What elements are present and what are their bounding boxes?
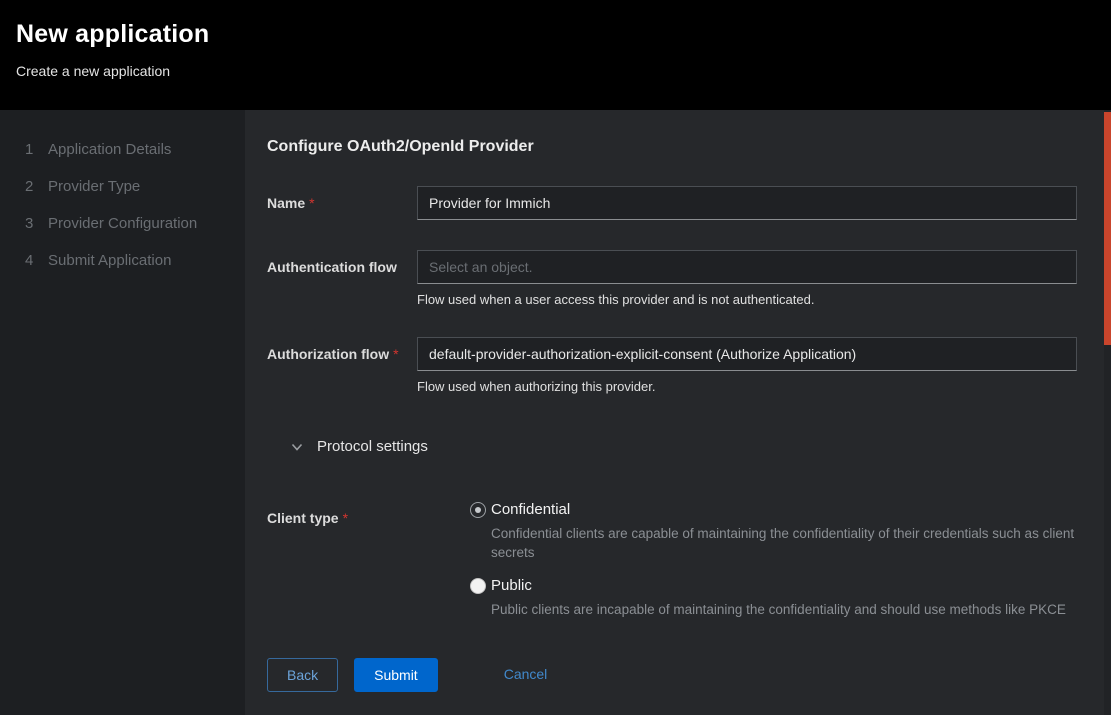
name-label-text: Name [267,195,305,211]
confidential-description: Confidential clients are capable of main… [491,524,1077,562]
wizard-header: New application Create a new application [0,0,1111,110]
form-row-authorization-flow: Authorization flow* Flow used when autho… [267,337,1077,394]
submit-button[interactable]: Submit [354,658,438,692]
wizard-step-application-details[interactable]: 1 Application Details [0,131,245,168]
chevron-down-icon [291,441,303,453]
name-input[interactable] [417,186,1077,220]
authorization-flow-control: Flow used when authorizing this provider… [417,337,1077,394]
required-asterisk: * [309,195,314,211]
authorization-flow-select[interactable] [417,337,1077,371]
radio-checked-icon [470,502,486,518]
protocol-settings-toggle[interactable]: Protocol settings [267,438,1077,455]
authentication-flow-control: Flow used when a user access this provid… [417,250,1077,307]
authorization-flow-label: Authorization flow* [267,337,417,394]
step-number: 4 [25,252,48,269]
scrollbar-thumb[interactable] [1104,112,1111,345]
form-row-name: Name* [267,186,1077,220]
radio-unchecked-icon [470,578,486,594]
wizard-step-provider-configuration[interactable]: 3 Provider Configuration [0,205,245,242]
radio-label: Public [491,577,532,594]
client-type-option-confidential[interactable]: Confidential [470,501,1077,518]
authorization-flow-help: Flow used when authorizing this provider… [417,379,1077,394]
client-type-label-text: Client type [267,510,339,526]
wizard-footer: Back Submit Cancel [245,635,1104,715]
wizard-content: Configure OAuth2/OpenId Provider Name* A… [245,110,1111,715]
cancel-button[interactable]: Cancel [488,658,564,690]
content-heading: Configure OAuth2/OpenId Provider [267,138,1077,156]
name-label: Name* [267,186,417,220]
new-application-wizard: New application Create a new application… [0,0,1111,715]
step-number: 2 [25,178,48,195]
client-type-radio-group: Confidential Confidential clients are ca… [417,501,1077,634]
step-label: Provider Type [48,178,140,195]
wizard-steps-sidebar: 1 Application Details 2 Provider Type 3 … [0,110,245,715]
required-asterisk: * [393,346,398,362]
vertical-scrollbar[interactable] [1104,110,1111,715]
protocol-settings-label: Protocol settings [317,438,428,455]
page-title: New application [16,20,1087,49]
form-row-client-type: Client type* Confidential Confidential c… [267,501,1077,634]
step-label: Application Details [48,141,171,158]
form-scroll-area: Configure OAuth2/OpenId Provider Name* A… [245,110,1104,635]
wizard-step-provider-type[interactable]: 2 Provider Type [0,168,245,205]
step-label: Submit Application [48,252,171,269]
public-description: Public clients are incapable of maintain… [491,600,1077,619]
step-number: 1 [25,141,48,158]
radio-label: Confidential [491,501,570,518]
authentication-flow-help: Flow used when a user access this provid… [417,292,1077,307]
form-row-authentication-flow: Authentication flow Flow used when a use… [267,250,1077,307]
wizard-step-submit-application[interactable]: 4 Submit Application [0,242,245,279]
authentication-flow-select[interactable] [417,250,1077,284]
step-number: 3 [25,215,48,232]
step-label: Provider Configuration [48,215,197,232]
required-asterisk: * [343,510,348,526]
back-button[interactable]: Back [267,658,338,692]
client-type-option-public[interactable]: Public [470,577,1077,594]
name-control [417,186,1077,220]
authentication-flow-label: Authentication flow [267,250,417,307]
client-type-label: Client type* [267,501,417,634]
authorization-flow-label-text: Authorization flow [267,346,389,362]
page-subtitle: Create a new application [16,63,1087,79]
authentication-flow-label-text: Authentication flow [267,259,397,275]
